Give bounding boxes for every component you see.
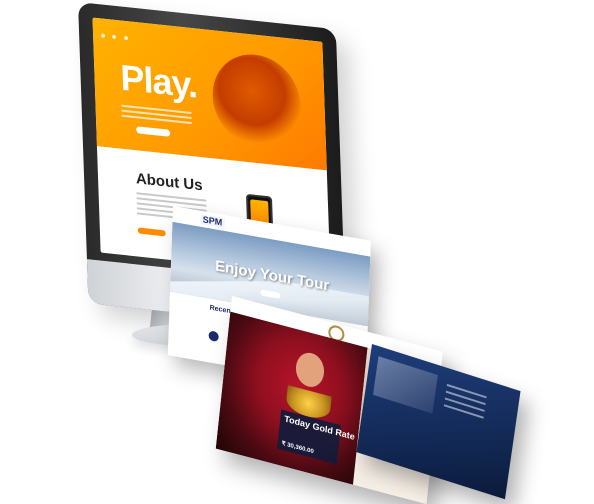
about-title: About Us (135, 170, 203, 195)
nav-dot[interactable] (112, 34, 117, 40)
travel-logo[interactable]: SPM (200, 213, 225, 228)
hero-text-lines (121, 104, 192, 127)
dark-site-image (372, 356, 438, 414)
dark-site-text (443, 383, 487, 424)
hero-nav (100, 24, 315, 55)
hero-artwork (211, 50, 303, 152)
hero-banner: Play. (92, 17, 327, 171)
device-mockup-scene: Play. About Us SPM Enjoy Your Tour Recen… (0, 0, 594, 504)
about-read-more-button[interactable] (137, 227, 166, 237)
carousel-prev-button[interactable] (208, 330, 219, 343)
bride-face (294, 349, 326, 391)
hero-cta-button[interactable] (136, 126, 171, 137)
nav-dot[interactable] (123, 35, 129, 41)
nav-dot[interactable] (100, 33, 106, 38)
hero-title: Play. (119, 56, 198, 106)
